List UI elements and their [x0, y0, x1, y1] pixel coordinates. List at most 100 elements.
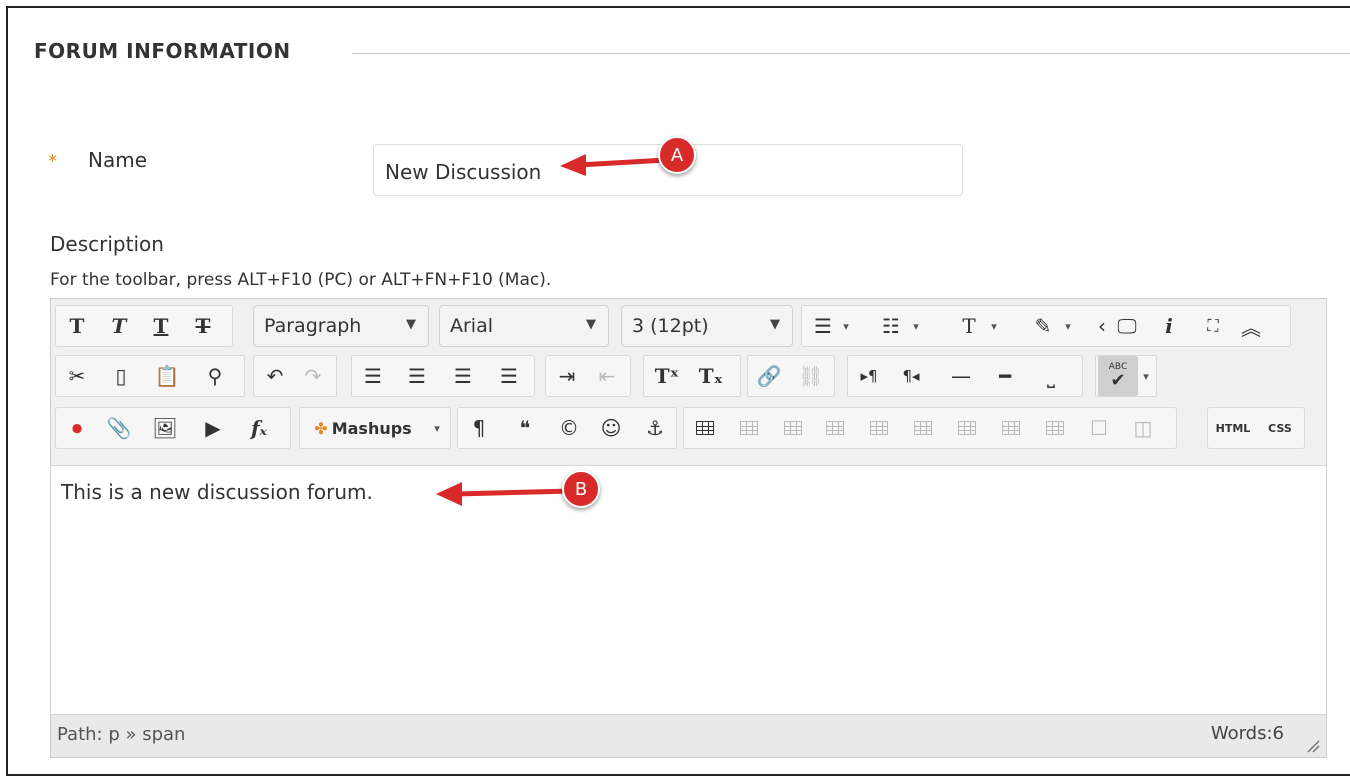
cut-icon[interactable]: ✂	[60, 356, 94, 396]
thick-rule-icon[interactable]: ━	[988, 356, 1022, 396]
spellcheck-icon[interactable]: ABC ✔	[1098, 356, 1138, 396]
paragraph-direction-group: ▸¶ ¶◂ — ━ ⎵	[847, 355, 1083, 397]
size-select-value: 3 (12pt)	[632, 315, 709, 337]
alignment-group: ☰ ☰ ☰ ☰	[351, 355, 535, 397]
emoticon-icon[interactable]: ☺	[594, 408, 628, 448]
size-select[interactable]: 3 (12pt) ▼	[621, 305, 793, 347]
toolbar-hint: For the toolbar, press ALT+F10 (PC) or A…	[50, 270, 552, 290]
mashups-label: Mashups	[331, 418, 412, 438]
format-select[interactable]: Paragraph ▼	[253, 305, 429, 347]
italic-button[interactable]: T	[102, 306, 136, 346]
horizontal-rule-icon[interactable]: —	[944, 356, 978, 396]
callout-a: A	[556, 134, 706, 184]
nonbreaking-space-icon[interactable]: ⎵	[1034, 356, 1068, 396]
fullscreen-icon[interactable]: ⛶	[1196, 306, 1230, 346]
delete-row-icon	[906, 408, 940, 448]
image-icon[interactable]: 🖼	[148, 408, 182, 448]
youtube-icon[interactable]: ⏺	[60, 408, 94, 448]
bold-button[interactable]: T	[60, 306, 94, 346]
html-button[interactable]: HTML	[1210, 408, 1256, 448]
description-editor: T T T T Paragraph ▼ Arial ▼ 3 (12pt) ▼ ☰…	[50, 298, 1327, 758]
editor-toolbar: T T T T Paragraph ▼ Arial ▼ 3 (12pt) ▼ ☰…	[51, 299, 1326, 466]
bullet-list-dropdown-icon[interactable]: ▾	[838, 306, 854, 346]
preview-icon[interactable]: 🖵	[1110, 306, 1144, 346]
copy-icon[interactable]: ▯	[104, 356, 138, 396]
split-cells-icon: ☐	[1090, 416, 1108, 440]
format-select-value: Paragraph	[264, 315, 362, 337]
insert-table-icon[interactable]	[688, 408, 722, 448]
section-title: FORUM INFORMATION	[34, 39, 291, 63]
highlight-dropdown-icon[interactable]: ▾	[1060, 306, 1076, 346]
paste-icon[interactable]: 📋	[150, 356, 184, 396]
description-label: Description	[50, 232, 164, 256]
merge-cells-icon: ◫	[1133, 416, 1153, 440]
align-center-icon[interactable]: ☰	[400, 356, 434, 396]
special-character-icon[interactable]: ©	[552, 408, 586, 448]
underline-button[interactable]: T	[144, 306, 178, 346]
chevron-left-icon[interactable]: ‹	[1092, 306, 1112, 346]
insert-col-after-icon	[994, 408, 1028, 448]
word-count: Words:6	[1210, 723, 1284, 744]
align-right-icon[interactable]: ☰	[446, 356, 480, 396]
indent-group: ⇥ ⇤	[545, 355, 631, 397]
section-divider	[352, 53, 1350, 54]
subscript-icon[interactable]: Tₓ	[694, 356, 728, 396]
paragraph-mark-icon[interactable]: ¶	[462, 408, 496, 448]
table-row-props-icon	[732, 408, 766, 448]
mashups-dropdown-icon[interactable]: ▾	[428, 408, 446, 448]
superscript-icon[interactable]: Tˣ	[650, 356, 684, 396]
undo-icon[interactable]: ↶	[258, 356, 292, 396]
table-cell-props-icon	[776, 408, 810, 448]
editor-content-area[interactable]: This is a new discussion forum.	[51, 466, 1326, 716]
redo-icon: ↷	[304, 364, 322, 388]
table-group: ☐ ◫	[683, 407, 1177, 449]
name-label: Name	[88, 148, 148, 172]
collapse-toolbar-icon[interactable]: ︽	[1234, 306, 1268, 346]
highlight-icon[interactable]: ✎	[1026, 306, 1060, 346]
history-group: ↶ ↷	[253, 355, 337, 397]
insert-col-before-icon	[950, 408, 984, 448]
math-formula-icon[interactable]: fₓ	[242, 408, 276, 448]
video-icon[interactable]: ▶	[196, 408, 230, 448]
info-icon[interactable]: i	[1152, 306, 1186, 346]
css-button[interactable]: CSS	[1258, 408, 1302, 448]
editor-content-text: This is a new discussion forum.	[61, 480, 373, 504]
spellcheck-group: ABC ✔ ▾	[1095, 355, 1157, 397]
find-icon[interactable]: ⚲	[198, 356, 232, 396]
ltr-icon[interactable]: ▸¶	[852, 356, 886, 396]
mashups-button[interactable]: ✤ Mashups	[304, 408, 422, 448]
link-icon: 🔗	[756, 364, 782, 388]
spellcheck-dropdown-icon[interactable]: ▾	[1138, 356, 1154, 396]
callout-a-badge: A	[658, 136, 696, 174]
callout-b: B	[432, 470, 622, 520]
required-indicator: *	[48, 151, 57, 172]
indent-icon[interactable]: ⇥	[550, 356, 584, 396]
chevron-down-icon: ▼	[586, 317, 596, 332]
mashups-group: ✤ Mashups ▾	[299, 407, 451, 449]
text-style-group: T T T T	[55, 305, 233, 347]
insert-row-after-icon	[862, 408, 896, 448]
unlink-icon: ⛓	[798, 364, 824, 388]
media-group: ⏺ 📎 🖼 ▶ fₓ	[55, 407, 291, 449]
blockquote-icon[interactable]: ❝	[508, 408, 542, 448]
text-color-icon[interactable]: T	[952, 306, 986, 346]
mashups-icon: ✤	[314, 418, 328, 438]
name-input-value: New Discussion	[385, 160, 542, 184]
chevron-down-icon: ▼	[406, 317, 416, 332]
numbered-list-icon[interactable]: ☷	[874, 306, 908, 346]
numbered-list-dropdown-icon[interactable]: ▾	[908, 306, 924, 346]
justify-icon[interactable]: ☰	[492, 356, 526, 396]
rtl-icon[interactable]: ¶◂	[894, 356, 928, 396]
text-color-dropdown-icon[interactable]: ▾	[986, 306, 1002, 346]
outdent-icon: ⇤	[598, 364, 616, 388]
bullet-list-icon[interactable]: ☰	[806, 306, 840, 346]
forum-information-panel: FORUM INFORMATION * Name New Discussion …	[6, 6, 1350, 776]
anchor-icon[interactable]: ⚓	[638, 408, 672, 448]
resize-handle-icon[interactable]	[1304, 737, 1320, 753]
font-select[interactable]: Arial ▼	[439, 305, 609, 347]
align-left-icon[interactable]: ☰	[356, 356, 390, 396]
attachment-icon[interactable]: 📎	[102, 408, 136, 448]
font-select-value: Arial	[450, 315, 494, 337]
strikethrough-button[interactable]: T	[186, 306, 220, 346]
clipboard-group: ✂ ▯ 📋 ⚲	[55, 355, 245, 397]
